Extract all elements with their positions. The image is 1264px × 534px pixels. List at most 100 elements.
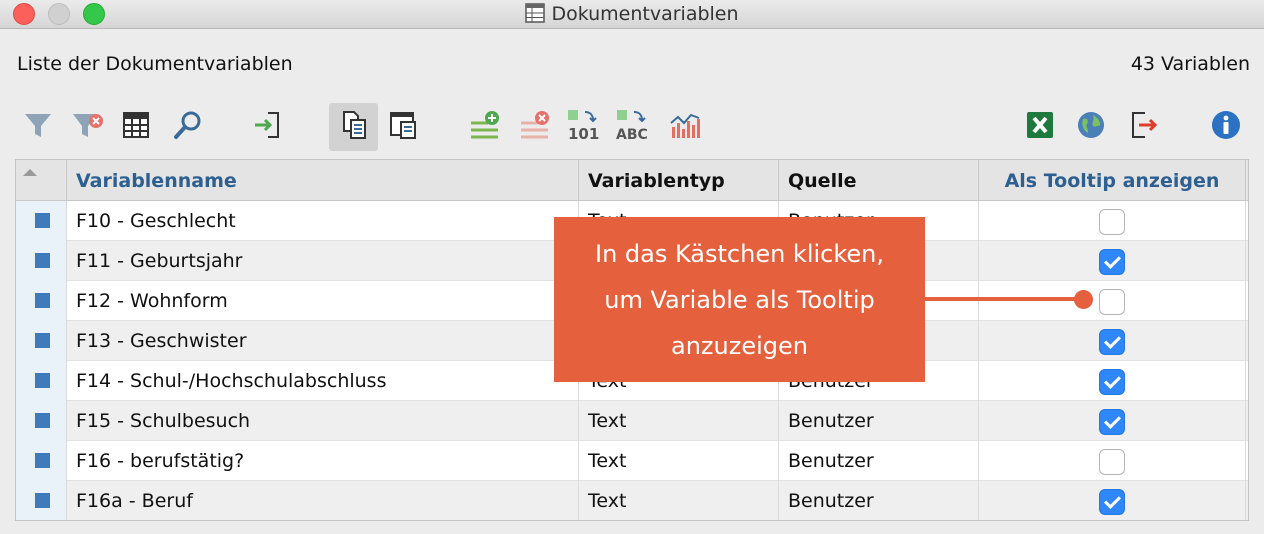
row-marker-cell (16, 241, 67, 281)
column-header-source[interactable]: Quelle (779, 160, 979, 200)
row-marker-cell (16, 201, 67, 241)
callout-line-1: In das Kästchen klicken, (594, 239, 885, 268)
globe-icon (1075, 109, 1107, 146)
tooltip-cell (979, 281, 1246, 321)
tooltip-cell (979, 481, 1246, 520)
variable-source-cell: Benutzer (779, 481, 979, 520)
convert-numeric-label: 101 (568, 125, 599, 142)
tooltip-checkbox[interactable] (1099, 249, 1125, 275)
excel-export-icon (1024, 109, 1056, 146)
window-list-icon (387, 109, 419, 146)
table-header: Variablenname Variablentyp Quelle Als To… (16, 160, 1248, 201)
row-marker-cell (16, 321, 67, 361)
web-export-button[interactable] (1068, 104, 1114, 150)
variable-name-cell: F14 - Schul-/Hochschulabschluss (67, 361, 579, 401)
variable-square-icon (35, 333, 50, 348)
tooltip-checkbox[interactable] (1099, 449, 1125, 475)
convert-text-button[interactable]: ABC (611, 104, 657, 150)
search-button[interactable] (165, 104, 211, 150)
tooltip-checkbox[interactable] (1099, 409, 1125, 435)
row-marker-cell (16, 401, 67, 441)
row-marker-cell (16, 481, 67, 520)
add-variable-button[interactable] (462, 104, 508, 150)
variable-count: 43 Variablen (1130, 53, 1250, 75)
columns-button[interactable] (113, 104, 159, 150)
tooltip-checkbox[interactable] (1099, 329, 1125, 355)
variable-square-icon (35, 413, 50, 428)
document-list-icon (338, 109, 370, 146)
variable-square-icon (35, 293, 50, 308)
search-icon (172, 109, 204, 146)
filter-button[interactable] (15, 104, 61, 150)
remove-variable-button[interactable] (512, 104, 558, 150)
variable-name-cell: F15 - Schulbesuch (67, 401, 579, 441)
callout-box: In das Kästchen klicken, um Variable als… (554, 217, 925, 382)
tooltip-cell (979, 241, 1246, 281)
info-icon (1210, 109, 1242, 146)
exit-button[interactable] (1120, 104, 1166, 150)
window-title-text: Dokumentvariablen (551, 3, 739, 25)
table-icon (525, 3, 546, 28)
tooltip-cell (979, 321, 1246, 361)
column-header-type[interactable]: Variablentyp (579, 160, 779, 200)
variable-name-cell: F10 - Geschlecht (67, 201, 579, 241)
filter-remove-icon (70, 109, 104, 146)
sort-header-cell[interactable] (16, 160, 67, 200)
variable-type-cell: Text (579, 481, 779, 520)
window-list-button[interactable] (380, 104, 426, 150)
remove-variable-icon (518, 109, 552, 146)
row-marker-cell (16, 441, 67, 481)
info-button[interactable] (1203, 104, 1249, 150)
variable-type-cell: Text (579, 441, 779, 481)
sort-arrow-icon (23, 169, 37, 176)
tooltip-cell (979, 201, 1246, 241)
variable-square-icon (35, 453, 50, 468)
window-title: Dokumentvariablen (0, 3, 1264, 28)
column-header-tooltip[interactable]: Als Tooltip anzeigen (979, 160, 1246, 200)
filter-remove-button[interactable] (64, 104, 110, 150)
variable-square-icon (35, 253, 50, 268)
statistics-icon (668, 109, 702, 146)
variable-square-icon (35, 373, 50, 388)
tooltip-checkbox[interactable] (1099, 489, 1125, 515)
excel-export-button[interactable] (1017, 104, 1063, 150)
import-icon (252, 109, 284, 146)
callout-pointer-dot (1074, 290, 1093, 309)
convert-numeric-icon: 101 (565, 108, 603, 147)
tooltip-checkbox[interactable] (1099, 289, 1125, 315)
statistics-button[interactable] (662, 104, 708, 150)
callout-pointer-line (925, 297, 1083, 301)
variable-name-cell: F13 - Geschwister (67, 321, 579, 361)
table-row[interactable]: F15 - Schulbesuch Text Benutzer (16, 401, 1248, 441)
row-marker-cell (16, 281, 67, 321)
variable-name-cell: F16 - berufstätig? (67, 441, 579, 481)
title-bar: Dokumentvariablen (0, 0, 1264, 29)
import-button[interactable] (245, 104, 291, 150)
variable-source-cell: Benutzer (779, 441, 979, 481)
table-columns-icon (121, 110, 151, 145)
variable-type-cell: Text (579, 401, 779, 441)
document-list-button[interactable] (329, 103, 378, 151)
variable-name-cell: F11 - Geburtsjahr (67, 241, 579, 281)
tooltip-cell (979, 401, 1246, 441)
callout-line-2: um Variable als Tooltip (604, 285, 875, 314)
column-header-name[interactable]: Variablenname (67, 160, 579, 200)
convert-text-label: ABC (616, 127, 648, 142)
variable-square-icon (35, 213, 50, 228)
convert-numeric-button[interactable]: 101 (561, 104, 607, 150)
add-variable-icon (468, 109, 502, 146)
tooltip-cell (979, 361, 1246, 401)
callout-line-3: anzuzeigen (671, 331, 808, 360)
convert-text-icon: ABC (614, 108, 654, 147)
tooltip-checkbox[interactable] (1099, 209, 1125, 235)
table-row[interactable]: F16a - Beruf Text Benutzer (16, 481, 1248, 520)
variable-name-cell: F12 - Wohnform (67, 281, 579, 321)
row-marker-cell (16, 361, 67, 401)
exit-icon (1127, 109, 1159, 146)
list-label: Liste der Dokumentvariablen (17, 53, 293, 75)
variable-name-cell: F16a - Beruf (67, 481, 579, 520)
filter-icon (22, 109, 54, 146)
tooltip-checkbox[interactable] (1099, 369, 1125, 395)
table-row[interactable]: F16 - berufstätig? Text Benutzer (16, 441, 1248, 481)
variable-square-icon (35, 493, 50, 508)
